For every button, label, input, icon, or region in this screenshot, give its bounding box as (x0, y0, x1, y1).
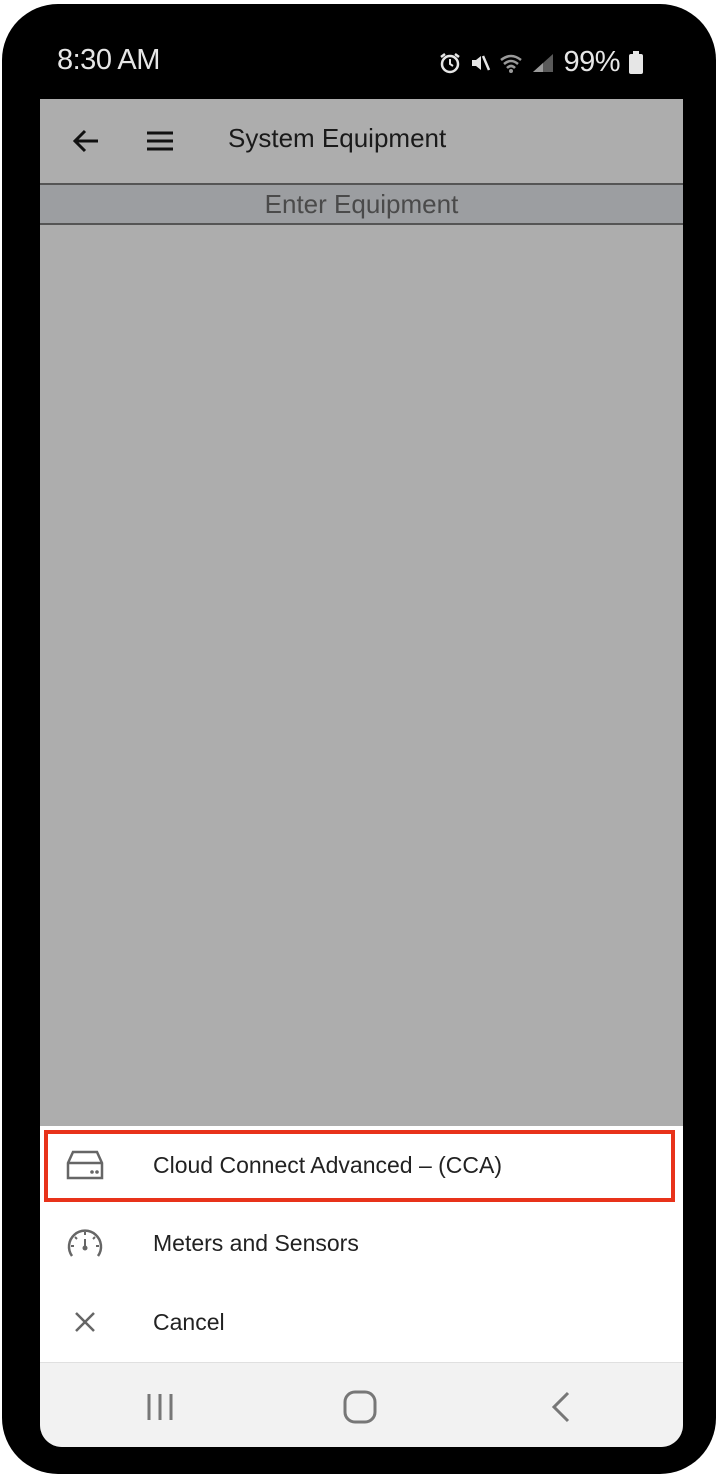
home-button[interactable] (338, 1385, 382, 1429)
battery-percent: 99% (563, 46, 620, 78)
app-bar: System Equipment (40, 99, 683, 185)
battery-icon (628, 50, 644, 75)
recent-apps-button[interactable] (138, 1385, 182, 1429)
home-icon (343, 1390, 377, 1424)
sheet-item-cancel[interactable]: Cancel (40, 1283, 683, 1361)
gauge-icon (64, 1222, 106, 1264)
arrow-left-icon (72, 129, 98, 153)
wifi-icon (499, 52, 523, 74)
phone-frame: 8:30 AM 99% System Equipment Enter Equip… (2, 4, 716, 1474)
status-time: 8:30 AM (57, 44, 160, 76)
recent-apps-icon (147, 1394, 173, 1420)
sheet-item-cca[interactable]: Cloud Connect Advanced – (CCA) (40, 1126, 683, 1204)
system-back-button[interactable] (540, 1385, 584, 1429)
sheet-item-label: Cloud Connect Advanced – (CCA) (153, 1151, 503, 1178)
sheet-item-label: Cancel (153, 1308, 225, 1335)
system-nav-bar (40, 1362, 683, 1447)
section-header: Enter Equipment (40, 185, 683, 225)
sheet-item-label: Meters and Sensors (153, 1229, 359, 1256)
section-header-label: Enter Equipment (264, 188, 459, 219)
sheet-item-meters[interactable]: Meters and Sensors (40, 1204, 683, 1282)
page-title: System Equipment (228, 123, 447, 153)
close-icon (64, 1301, 106, 1343)
back-button[interactable] (66, 121, 106, 161)
menu-button[interactable] (140, 121, 180, 161)
mute-icon (469, 52, 491, 74)
device-icon (64, 1144, 106, 1186)
app-screen: System Equipment Enter Equipment Cloud C… (40, 99, 683, 1447)
bottom-sheet: Cloud Connect Advanced – (CCA) Meters an… (40, 1126, 683, 1362)
chevron-left-icon (551, 1391, 570, 1423)
status-bar: 8:30 AM 99% (2, 4, 716, 96)
signal-icon (531, 52, 555, 74)
status-icons: 99% (439, 46, 644, 79)
hamburger-menu-icon (147, 131, 173, 151)
alarm-icon (439, 52, 461, 74)
